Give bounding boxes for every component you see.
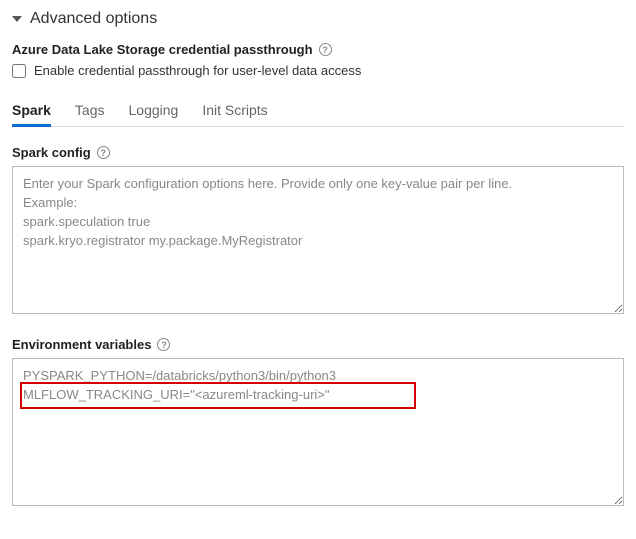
spark-config-label: Spark config [12,145,91,160]
advanced-options-toggle[interactable]: Advanced options [12,10,624,28]
env-vars-label-row: Environment variables ? [12,337,624,352]
caret-down-icon [12,16,22,22]
passthrough-checkbox-row: Enable credential passthrough for user-l… [12,63,624,78]
env-vars-wrap [12,358,624,509]
spark-config-textarea[interactable] [12,166,624,314]
spark-config-label-row: Spark config ? [12,145,624,160]
tab-tags[interactable]: Tags [75,96,105,126]
env-vars-block: Environment variables ? [12,337,624,509]
help-icon[interactable]: ? [319,43,332,56]
passthrough-checkbox-label: Enable credential passthrough for user-l… [34,63,361,78]
tab-init-scripts[interactable]: Init Scripts [202,96,267,126]
passthrough-checkbox[interactable] [12,64,26,78]
env-vars-textarea[interactable] [12,358,624,506]
tab-logging[interactable]: Logging [129,96,179,126]
tab-spark[interactable]: Spark [12,96,51,126]
spark-config-block: Spark config ? [12,145,624,317]
help-icon[interactable]: ? [157,338,170,351]
passthrough-label: Azure Data Lake Storage credential passt… [12,42,313,57]
tab-bar: Spark Tags Logging Init Scripts [12,96,624,127]
passthrough-label-row: Azure Data Lake Storage credential passt… [12,42,624,57]
help-icon[interactable]: ? [97,146,110,159]
env-vars-label: Environment variables [12,337,151,352]
advanced-options-title: Advanced options [30,10,157,28]
